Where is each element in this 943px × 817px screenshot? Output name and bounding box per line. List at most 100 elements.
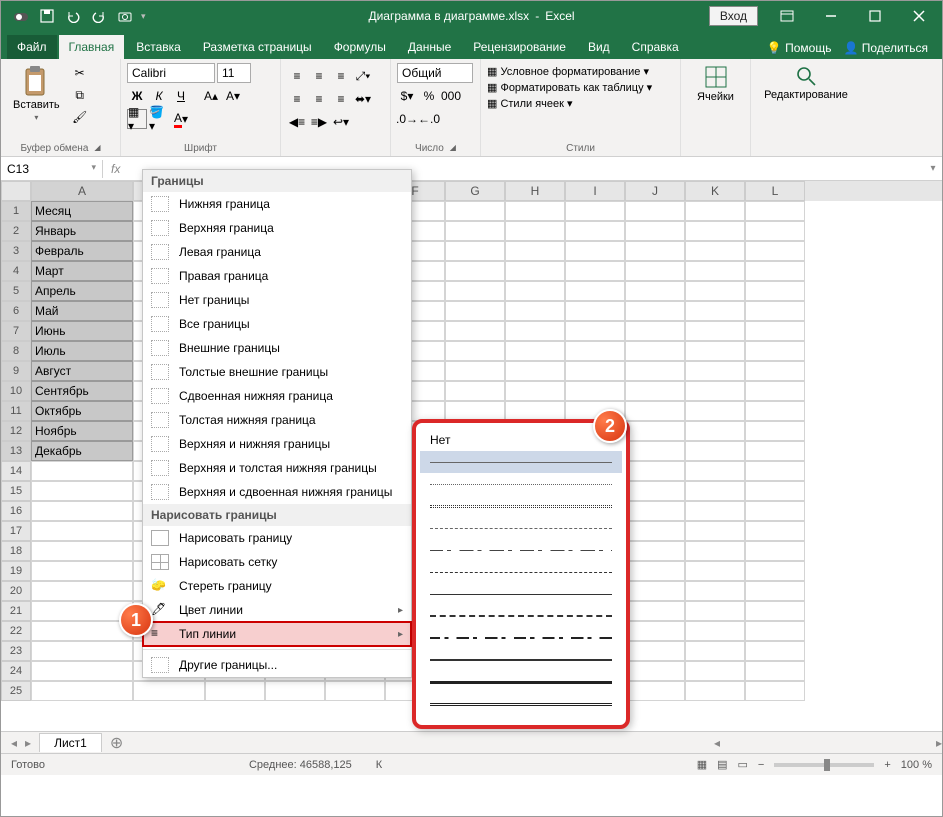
merge-icon[interactable]: ⬌▾ [353, 89, 373, 109]
cell[interactable] [745, 201, 805, 221]
row-header[interactable]: 18 [1, 541, 31, 561]
row-header[interactable]: 14 [1, 461, 31, 481]
cell[interactable] [745, 521, 805, 541]
cell[interactable] [745, 381, 805, 401]
cell[interactable] [625, 661, 685, 681]
cell[interactable] [505, 381, 565, 401]
row-header[interactable]: 8 [1, 341, 31, 361]
undo-icon[interactable] [63, 6, 83, 26]
cell[interactable] [685, 341, 745, 361]
cell[interactable] [625, 301, 685, 321]
cell[interactable] [505, 241, 565, 261]
ribbon-display-icon[interactable] [772, 4, 802, 28]
cell[interactable] [625, 501, 685, 521]
align-bottom-icon[interactable]: ≡ [331, 66, 351, 86]
cell[interactable] [745, 281, 805, 301]
font-color-icon[interactable]: A▾ [171, 109, 191, 129]
cell[interactable] [685, 281, 745, 301]
cell[interactable] [625, 561, 685, 581]
paste-button[interactable]: Вставить ▾ [7, 63, 66, 124]
row-header[interactable]: 9 [1, 361, 31, 381]
cell[interactable] [625, 321, 685, 341]
cell[interactable] [625, 401, 685, 421]
cell[interactable] [31, 661, 133, 681]
cell[interactable] [565, 321, 625, 341]
save-icon[interactable] [37, 6, 57, 26]
font-size-select[interactable] [217, 63, 251, 83]
cell[interactable] [505, 301, 565, 321]
row-header[interactable]: 1 [1, 201, 31, 221]
col-header[interactable]: I [565, 181, 625, 201]
cell[interactable] [745, 341, 805, 361]
comma-icon[interactable]: 000 [441, 86, 461, 106]
cell[interactable] [445, 201, 505, 221]
cell[interactable]: Март [31, 261, 133, 281]
cell[interactable] [625, 521, 685, 541]
row-header[interactable]: 10 [1, 381, 31, 401]
cell[interactable] [745, 321, 805, 341]
cell[interactable] [445, 241, 505, 261]
fx-icon[interactable]: fx [103, 162, 128, 176]
cell[interactable] [685, 241, 745, 261]
borders-button[interactable]: ▦ ▾ [127, 109, 147, 129]
cell[interactable] [505, 281, 565, 301]
cell[interactable] [685, 521, 745, 541]
cell[interactable]: Сентябрь [31, 381, 133, 401]
align-middle-icon[interactable]: ≡ [309, 66, 329, 86]
row-header[interactable]: 22 [1, 621, 31, 641]
cell[interactable] [625, 621, 685, 641]
cell[interactable] [685, 381, 745, 401]
cell[interactable] [685, 261, 745, 281]
cell[interactable]: Ноябрь [31, 421, 133, 441]
cell[interactable] [685, 681, 745, 701]
cell[interactable] [565, 381, 625, 401]
row-header[interactable]: 7 [1, 321, 31, 341]
cell-styles-button[interactable]: ▦ Стили ячеек ▾ [487, 97, 674, 110]
more-borders-item[interactable]: Другие границы... [143, 653, 411, 677]
cell[interactable] [565, 201, 625, 221]
tab-page-layout[interactable]: Разметка страницы [193, 35, 322, 59]
tab-review[interactable]: Рецензирование [463, 35, 576, 59]
border-preset-item[interactable]: Нижняя граница [143, 192, 411, 216]
zoom-slider[interactable] [774, 763, 874, 767]
cell[interactable] [625, 221, 685, 241]
view-normal-icon[interactable]: ▦ [697, 758, 707, 771]
cell[interactable] [685, 301, 745, 321]
cell[interactable] [745, 361, 805, 381]
line-style-option[interactable] [420, 627, 622, 649]
cell[interactable] [745, 461, 805, 481]
cell[interactable] [625, 281, 685, 301]
line-style-option[interactable] [420, 517, 622, 539]
cell[interactable] [565, 281, 625, 301]
cell[interactable] [445, 361, 505, 381]
line-color-item[interactable]: 🖊Цвет линии▸ [143, 598, 411, 622]
row-header[interactable]: 15 [1, 481, 31, 501]
cell[interactable] [745, 481, 805, 501]
cell[interactable] [625, 641, 685, 661]
zoom-level[interactable]: 100 % [901, 759, 932, 771]
line-style-option[interactable] [420, 539, 622, 561]
cell[interactable] [445, 321, 505, 341]
cell[interactable] [445, 221, 505, 241]
cell[interactable]: Август [31, 361, 133, 381]
line-style-option[interactable] [420, 561, 622, 583]
draw-grid-item[interactable]: Нарисовать сетку [143, 550, 411, 574]
cell[interactable] [685, 421, 745, 441]
cell[interactable] [745, 561, 805, 581]
percent-icon[interactable]: % [419, 86, 439, 106]
bold-button[interactable]: Ж [127, 86, 147, 106]
row-header[interactable]: 13 [1, 441, 31, 461]
cell[interactable] [745, 681, 805, 701]
tab-formulas[interactable]: Формулы [324, 35, 396, 59]
line-style-none[interactable]: Нет [420, 429, 622, 451]
minimize-icon[interactable] [816, 4, 846, 28]
cell[interactable] [31, 581, 133, 601]
italic-button[interactable]: К [149, 86, 169, 106]
decrease-indent-icon[interactable]: ◀≡ [287, 112, 307, 132]
cell[interactable] [685, 461, 745, 481]
cell[interactable] [685, 401, 745, 421]
row-header[interactable]: 6 [1, 301, 31, 321]
cell[interactable] [31, 481, 133, 501]
cell[interactable] [505, 201, 565, 221]
border-preset-item[interactable]: Толстые внешние границы [143, 360, 411, 384]
